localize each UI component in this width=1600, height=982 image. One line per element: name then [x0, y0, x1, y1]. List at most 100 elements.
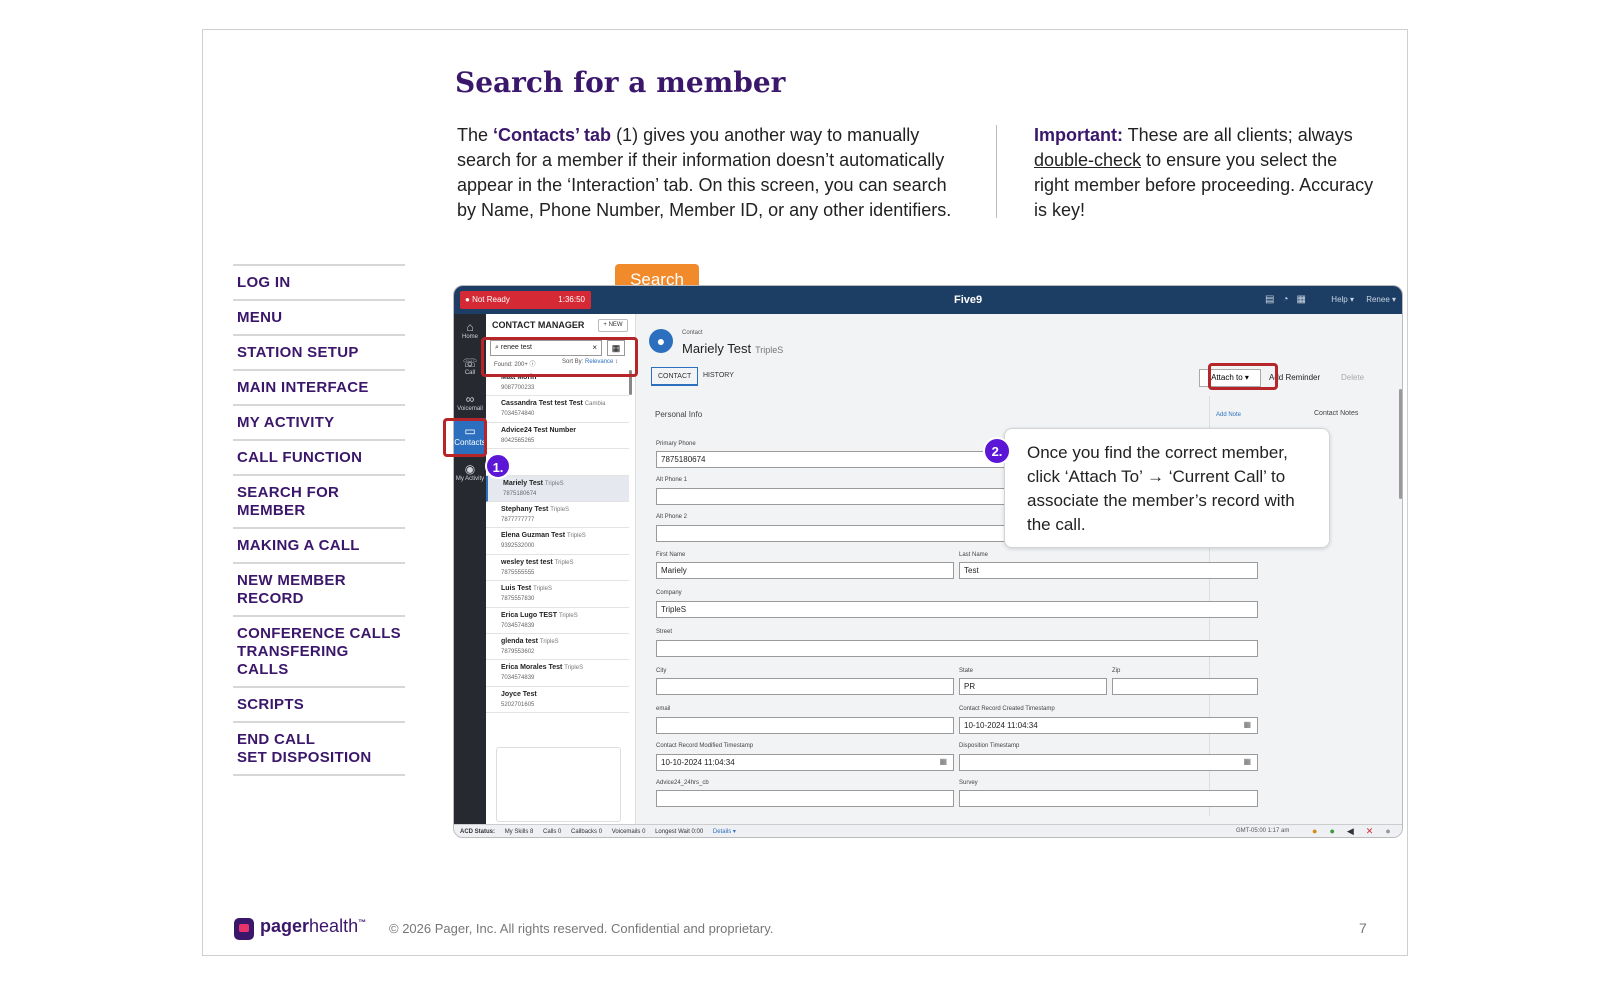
calendar-icon[interactable]: ▦ [939, 757, 947, 766]
voicemails-count: Voicemails 0 [611, 829, 646, 835]
contact-list-empty-area [496, 747, 621, 822]
check-icon[interactable]: ● [1329, 826, 1338, 836]
contact-manager-title: CONTACT MANAGER [492, 320, 585, 330]
nav-item-label: CONFERENCE CALLS [237, 625, 401, 642]
contact-list-item[interactable]: Stephany Test TripleS 7877777777 [486, 502, 629, 529]
contact-item-phone: 7875555555 [501, 569, 535, 576]
book-icon[interactable]: ▤ [1265, 294, 1282, 305]
speaker-icon[interactable]: ◀ [1347, 826, 1358, 836]
contact-item-phone: 7875557830 [501, 596, 535, 603]
personal-info-heading: Personal Info [655, 410, 703, 419]
nav-item[interactable]: SCRIPTS [233, 686, 405, 721]
tab-history[interactable]: HISTORY [697, 367, 740, 386]
nav-item[interactable]: MAKING A CALL [233, 527, 405, 562]
mic-muted-icon[interactable]: ✕ [1366, 826, 1378, 836]
nav-home[interactable]: ⌂ Home [454, 320, 486, 340]
contact-item-tag: TripleS [544, 480, 564, 487]
nav-item[interactable]: MENU [233, 299, 405, 334]
calendar-icon[interactable]: ▦ [1243, 720, 1251, 729]
street-field[interactable] [656, 640, 1258, 657]
contact-list-item[interactable]: glenda test TripleS 7879553602 [486, 634, 629, 661]
activity-icon: ◉ [464, 462, 476, 476]
chat-icon[interactable]: ◔ [1283, 294, 1297, 305]
cloud-icon[interactable]: ● [1385, 826, 1394, 836]
nav-item[interactable]: CONFERENCE CALLS TRANSFERING CALLS [233, 615, 405, 686]
contact-label: Contact [682, 330, 703, 336]
detail-scrollbar[interactable] [1399, 389, 1402, 499]
contact-list-item[interactable]: Elena Guzman Test TripleS 9392532000 [486, 528, 629, 555]
nav-item[interactable]: CALL FUNCTION [233, 439, 405, 474]
contact-item-name: Joyce Test [501, 690, 537, 698]
nav-item[interactable]: END CALL SET DISPOSITION [233, 721, 405, 776]
nav-item[interactable]: MY ACTIVITY [233, 404, 405, 439]
smiley-icon[interactable]: ● [1312, 826, 1321, 836]
attach-callout: Once you find the correct member, click … [1004, 428, 1330, 548]
company-field[interactable]: TripleS [656, 601, 1258, 618]
first-name-field[interactable]: Mariely [656, 562, 954, 579]
zip-field[interactable] [1112, 678, 1258, 695]
nav-item-label: MAIN INTERFACE [237, 379, 369, 396]
nav-item-label: MY ACTIVITY [237, 414, 335, 431]
contact-list: Matt Morin 9087700233 Cassandra Test test… [486, 370, 629, 714]
user-menu[interactable]: Renee ▾ [1366, 295, 1396, 304]
app-left-nav: ⌂ Home ☏ Call ∞ Voicemail ▭ Contacts ◉ My Act… [454, 314, 486, 824]
contact-list-item[interactable]: Joyce Test 5202701605 [486, 687, 629, 714]
contact-list-item[interactable]: Luis Test TripleS 7875557830 [486, 581, 629, 608]
callbacks-count: Callbacks 0 [571, 829, 603, 835]
help-menu[interactable]: Help ▾ [1331, 295, 1354, 304]
last-name-field[interactable]: Test [959, 562, 1258, 579]
details-menu[interactable]: Details ▾ [713, 829, 736, 835]
contact-item-name: glenda test TripleS [501, 637, 559, 645]
alt-phone-2-label: Alt Phone 2 [656, 514, 688, 520]
tab-contact[interactable]: CONTACT [651, 367, 699, 386]
contact-item-phone: 7879553602 [501, 648, 535, 655]
calendar-icon[interactable]: ▦ [1297, 294, 1314, 305]
advice24-field[interactable] [656, 790, 954, 807]
survey-label: Survey [959, 780, 978, 786]
nav-item-label: SEARCH FOR MEMBER [237, 484, 340, 519]
contact-list-item[interactable]: Erica Lugo TEST TripleS 7034574839 [486, 608, 629, 634]
nav-item[interactable]: NEW MEMBER RECORD [233, 562, 405, 615]
app-topbar: ● Not Ready 1:36:50 Five9 ▤◔▦ Help ▾ Rene… [454, 286, 1402, 314]
attach-to-highlight-box [1208, 363, 1278, 390]
nav-my-activity[interactable]: ◉ My Activity [454, 462, 486, 482]
add-note-link[interactable]: Add Note [1216, 412, 1241, 418]
topbar-icons: ▤◔▦ [1265, 294, 1314, 305]
nav-item-label: END CALL [237, 731, 316, 748]
calendar-icon[interactable]: ▦ [1243, 757, 1251, 766]
contact-avatar-icon: ● [649, 329, 673, 353]
contact-list-item[interactable]: Advice24 Test Number 8042565265 [486, 423, 629, 450]
contact-notes-heading: Contact Notes [1314, 410, 1359, 417]
nav-item[interactable]: MAIN INTERFACE [233, 369, 405, 404]
contact-item-tag: TripleS [564, 665, 584, 672]
contact-list-item[interactable]: wesley test test TripleS 7875555555 [486, 555, 629, 582]
created-timestamp-label: Contact Record Created Timestamp [959, 706, 1055, 712]
not-ready-button[interactable]: ● Not Ready 1:36:50 [460, 291, 591, 309]
contact-list-item[interactable]: Cassandra Test test Test Cambia 703457484… [486, 396, 629, 423]
nav-item[interactable]: SEARCH FOR MEMBER [233, 474, 405, 527]
disposition-timestamp-field[interactable]: ▦ [959, 754, 1258, 771]
nav-item[interactable]: STATION SETUP [233, 334, 405, 369]
new-contact-button[interactable]: + NEW [598, 319, 628, 332]
section-nav: LOG IN MENU STATION SETUP MAIN INTERFACE MY … [233, 264, 405, 776]
contact-list-item[interactable]: Mariely Test TripleS 7875180674 [486, 475, 629, 502]
modified-timestamp-field[interactable]: 10-10-2024 11:04:34 ▦ [656, 754, 954, 771]
created-timestamp-field[interactable]: 10-10-2024 11:04:34 ▦ [959, 717, 1258, 734]
contact-list-item[interactable]: Erica Morales Test TripleS 7034574839 [486, 660, 629, 687]
state-field[interactable]: PR [959, 678, 1107, 695]
email-label: email [656, 706, 671, 712]
nav-item-label: LOG IN [237, 274, 291, 291]
nav-item-label-line2: TRANSFERING CALLS [237, 643, 349, 678]
contact-item-tag: TripleS [533, 586, 552, 593]
email-field[interactable] [656, 717, 954, 734]
survey-field[interactable] [959, 790, 1258, 807]
nav-item[interactable]: LOG IN [233, 264, 405, 299]
city-field[interactable] [656, 678, 954, 695]
gmt-clock: GMT-05:00 1:17 am [1236, 828, 1290, 834]
contact-item-name: Erica Lugo TEST TripleS [501, 611, 578, 619]
step-1-badge: 1. [485, 453, 511, 479]
nav-voicemail[interactable]: ∞ Voicemail [454, 392, 486, 412]
delete-button[interactable]: Delete [1341, 373, 1364, 382]
modified-timestamp-label: Contact Record Modified Timestamp [656, 743, 754, 749]
contact-item-tag: TripleS [554, 559, 574, 566]
